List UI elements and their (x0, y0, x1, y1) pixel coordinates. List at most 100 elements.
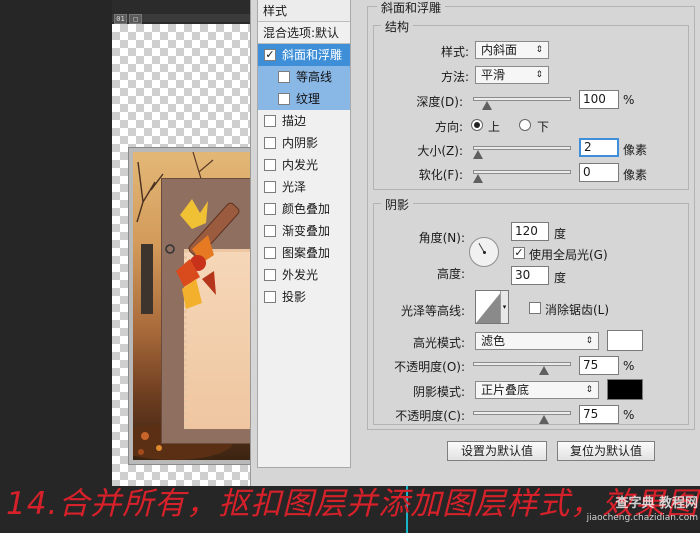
highlight-color-swatch[interactable] (607, 330, 643, 351)
style-list-panel: 样式 混合选项:默认 ✓ 斜面和浮雕 等高线 纹理 描边 内阴影 内发光 光泽 (257, 0, 351, 468)
photo-card (161, 178, 256, 444)
structure-title: 结构 (381, 18, 414, 35)
soften-slider-thumb[interactable] (473, 174, 483, 183)
altitude-input[interactable]: 30 (511, 266, 549, 285)
shadow-opacity-label: 不透明度(C): (395, 409, 465, 423)
direction-up-radio[interactable] (471, 119, 483, 131)
depth-input[interactable]: 100 (579, 90, 619, 109)
highlight-mode-label: 高光模式: (412, 336, 465, 350)
technique-select[interactable]: 平滑 ⇕ (475, 66, 549, 84)
global-light-checkbox[interactable]: ✓ (513, 247, 525, 259)
style-item-label: 外发光 (282, 268, 319, 282)
angle-dial-center (483, 251, 486, 254)
style-item-contour[interactable]: 等高线 (258, 66, 350, 88)
highlight-opacity-label: 不透明度(O): (394, 360, 465, 374)
texture-checkbox[interactable] (278, 93, 290, 105)
autumn-leaves-decoration (165, 199, 240, 309)
stroke-checkbox[interactable] (264, 115, 276, 127)
style-item-inner-shadow[interactable]: 内阴影 (258, 132, 350, 154)
style-item-outer-glow[interactable]: 外发光 (258, 264, 350, 286)
anti-alias-checkbox[interactable] (529, 302, 541, 314)
style-item-drop-shadow[interactable]: 投影 (258, 286, 350, 308)
depth-slider-thumb[interactable] (481, 101, 492, 110)
style-item-label: 光泽 (282, 180, 307, 194)
technique-value: 平滑 (481, 68, 506, 82)
style-label: 样式: (440, 45, 469, 59)
style-item-label: 图案叠加 (282, 246, 331, 260)
document-tab-secondary[interactable]: □ (129, 14, 142, 24)
inner-shadow-checkbox[interactable] (264, 137, 276, 149)
style-item-color-overlay[interactable]: 颜色叠加 (258, 198, 350, 220)
shadow-opacity-input[interactable]: 75 (579, 405, 619, 424)
watermark-main: 查字典 教程网 (615, 496, 698, 511)
bevel-emboss-checkbox[interactable]: ✓ (264, 49, 276, 61)
pattern-overlay-checkbox[interactable] (264, 247, 276, 259)
style-item-bevel-emboss[interactable]: ✓ 斜面和浮雕 (258, 44, 350, 66)
document-tab[interactable]: 01 (114, 14, 127, 24)
style-item-label: 渐变叠加 (282, 224, 331, 238)
angle-dial[interactable] (469, 237, 499, 267)
size-slider-track[interactable] (473, 146, 571, 150)
soften-slider-track[interactable] (473, 170, 571, 174)
reset-default-button[interactable]: 复位为默认值 (557, 441, 655, 461)
style-item-label: 颜色叠加 (282, 202, 331, 216)
style-item-pattern-overlay[interactable]: 图案叠加 (258, 242, 350, 264)
angle-label: 角度(N): (418, 231, 465, 245)
highlight-opacity-input[interactable]: 75 (579, 356, 619, 375)
altitude-unit: 度 (554, 271, 567, 285)
shadow-color-swatch[interactable] (607, 379, 643, 400)
style-item-label: 斜面和浮雕 (282, 48, 343, 62)
contour-curve-icon (476, 291, 502, 323)
highlight-mode-select[interactable]: 滤色 ⇕ (475, 332, 599, 350)
size-slider-thumb[interactable] (473, 150, 483, 159)
document-canvas-area: 01 □ (0, 0, 256, 533)
highlight-opacity-slider-track[interactable] (473, 362, 571, 366)
contour-dropdown-icon[interactable]: ▾ (500, 291, 508, 323)
size-unit: 像素 (623, 143, 648, 157)
shadow-opacity-unit: % (623, 408, 635, 422)
shading-title: 阴影 (381, 196, 414, 213)
shadow-mode-select[interactable]: 正片叠底 ⇕ (475, 381, 599, 399)
global-light-label: 使用全局光(G) (529, 248, 608, 262)
drop-shadow-checkbox[interactable] (264, 291, 276, 303)
soften-input[interactable]: 0 (579, 163, 619, 182)
color-overlay-checkbox[interactable] (264, 203, 276, 215)
anti-alias-label: 消除锯齿(L) (545, 303, 610, 317)
highlight-opacity-unit: % (623, 359, 635, 373)
image-frame (128, 147, 256, 465)
autumn-photo[interactable] (133, 152, 256, 460)
size-input[interactable]: 2 (579, 138, 619, 157)
gradient-overlay-checkbox[interactable] (264, 225, 276, 237)
style-item-label: 内发光 (282, 158, 319, 172)
workspace-background (0, 0, 112, 533)
shadow-opacity-slider-thumb[interactable] (539, 415, 549, 424)
watermark-url: jiaocheng.chazidian.com (586, 513, 698, 523)
style-item-label: 内阴影 (282, 136, 319, 150)
angle-input[interactable]: 120 (511, 222, 549, 241)
bevel-style-select[interactable]: 内斜面 ⇕ (475, 41, 549, 59)
style-item-texture[interactable]: 纹理 (258, 88, 350, 110)
direction-down-label: 下 (537, 120, 550, 134)
inner-glow-checkbox[interactable] (264, 159, 276, 171)
technique-label: 方法: (440, 70, 469, 84)
style-item-label: 等高线 (296, 70, 333, 84)
panel-title: 斜面和浮雕 (377, 0, 446, 16)
gloss-contour-picker[interactable]: ▾ (475, 290, 509, 324)
updown-icon: ⇕ (535, 70, 543, 80)
contour-checkbox[interactable] (278, 71, 290, 83)
shadow-opacity-slider-track[interactable] (473, 411, 571, 415)
highlight-opacity-slider-thumb[interactable] (539, 366, 549, 375)
styles-header[interactable]: 样式 (258, 0, 350, 22)
outer-glow-checkbox[interactable] (264, 269, 276, 281)
style-item-stroke[interactable]: 描边 (258, 110, 350, 132)
style-item-gradient-overlay[interactable]: 渐变叠加 (258, 220, 350, 242)
satin-checkbox[interactable] (264, 181, 276, 193)
style-item-inner-glow[interactable]: 内发光 (258, 154, 350, 176)
make-default-button[interactable]: 设置为默认值 (447, 441, 547, 461)
altitude-label: 高度: (436, 267, 465, 281)
style-item-satin[interactable]: 光泽 (258, 176, 350, 198)
depth-label: 深度(D): (416, 95, 463, 109)
blending-options-item[interactable]: 混合选项:默认 (258, 22, 350, 44)
direction-down-radio[interactable] (519, 119, 531, 131)
direction-up-label: 上 (488, 120, 501, 134)
